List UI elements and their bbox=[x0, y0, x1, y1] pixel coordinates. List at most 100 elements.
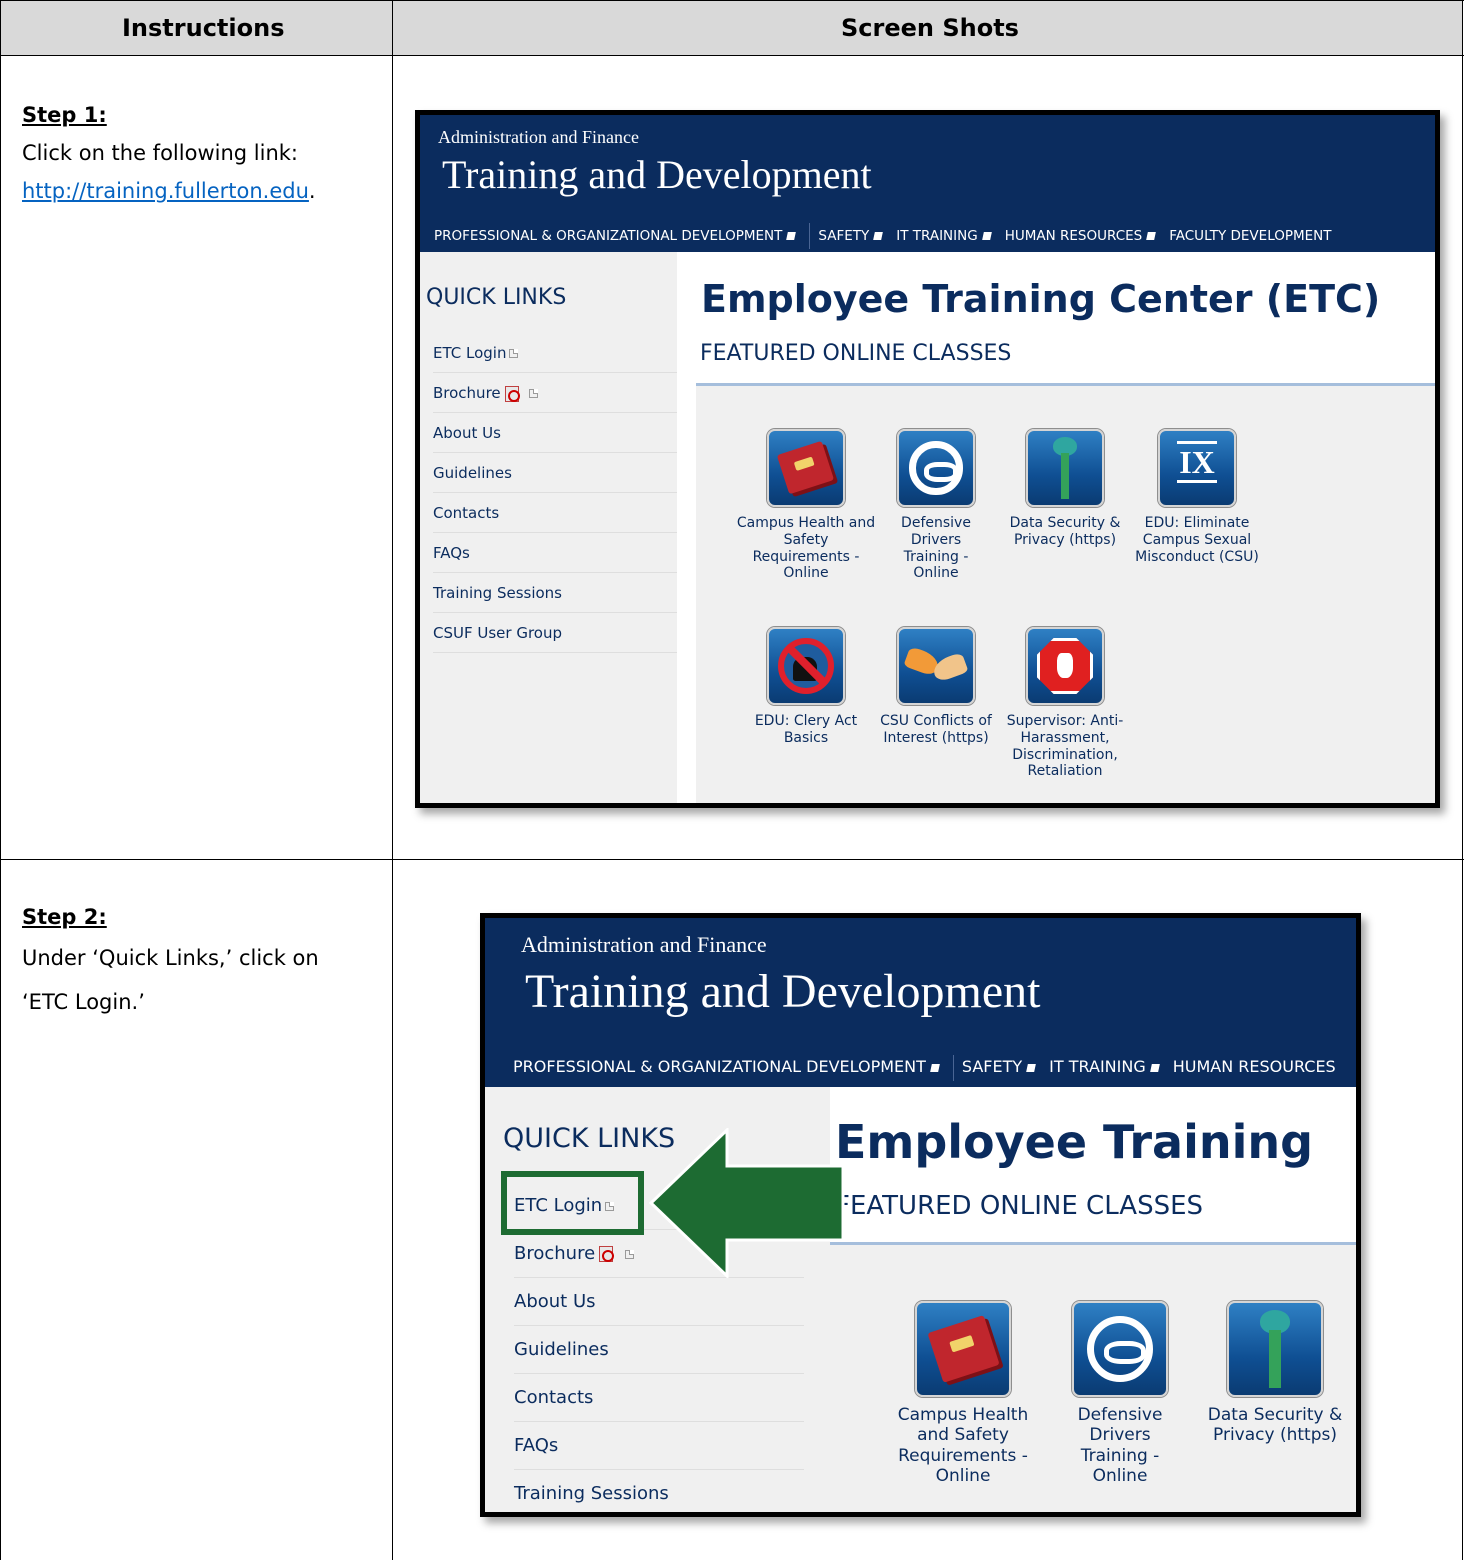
quick-link-etc-login[interactable]: ETC Login bbox=[433, 333, 677, 373]
nav-bullet-icon bbox=[930, 1063, 940, 1072]
nav-prof-org-dev[interactable]: PROFESSIONAL & ORGANIZATIONAL DEVELOPMEN… bbox=[434, 220, 809, 252]
quick-link-label: Brochure bbox=[433, 384, 501, 402]
ix-glyph: IX bbox=[1177, 441, 1217, 484]
step-1-instructions: Step 1: Click on the following link: htt… bbox=[22, 96, 372, 210]
table-column-divider bbox=[392, 0, 393, 1560]
nav-it-training[interactable]: IT TRAINING bbox=[896, 220, 1004, 252]
nav-bullet-icon bbox=[981, 232, 992, 240]
header-instructions: Instructions bbox=[122, 14, 285, 42]
nav-label: SAFETY bbox=[818, 228, 870, 244]
nav-divider bbox=[952, 1054, 954, 1081]
course-conflicts-of-interest[interactable]: CSU Conflicts of Interest (https) bbox=[876, 627, 996, 747]
nav-bullet-icon bbox=[1146, 232, 1157, 240]
step-2-title: Step 2: bbox=[22, 905, 107, 929]
nav-label: HUMAN RESOURCES bbox=[1004, 228, 1143, 244]
screenshot-2: Administration and Finance Training and … bbox=[480, 913, 1361, 1517]
pdf-icon bbox=[504, 385, 520, 402]
steering-wheel-icon bbox=[897, 429, 975, 507]
link-period: . bbox=[308, 179, 316, 203]
quick-link-label: About Us bbox=[514, 1291, 596, 1312]
quick-link-training-sessions[interactable]: Training Sessions bbox=[514, 1470, 804, 1512]
table-border-left bbox=[0, 0, 1, 1560]
step-1-text: Click on the following link: bbox=[22, 141, 298, 165]
nav-bullet-icon bbox=[786, 232, 797, 240]
section-title: FEATURED ONLINE CLASSES bbox=[700, 341, 1012, 366]
course-label: Campus Health and Safety Requirements - … bbox=[897, 1405, 1029, 1487]
course-title-ix[interactable]: IX EDU: Eliminate Campus Sexual Miscondu… bbox=[1128, 429, 1266, 565]
site-title: Training and Development bbox=[525, 965, 1041, 1018]
course-health-safety[interactable]: Campus Health and Safety Requirements - … bbox=[883, 1301, 1043, 1487]
quick-link-label: CSUF User Group bbox=[433, 624, 562, 642]
instruction-document: Instructions Screen Shots Step 1: Click … bbox=[0, 0, 1464, 1560]
clery-icon bbox=[767, 627, 845, 705]
section-title: FEATURED ONLINE CLASSES bbox=[835, 1191, 1204, 1221]
quick-link-label: Training Sessions bbox=[433, 584, 563, 602]
quick-link-csuf-user-group[interactable]: CSUF User Group bbox=[433, 613, 677, 653]
course-data-security[interactable]: Data Security & Privacy (https) bbox=[1205, 1301, 1345, 1446]
quick-link-guidelines[interactable]: Guidelines bbox=[514, 1326, 804, 1374]
nav-it-training[interactable]: IT TRAINING bbox=[1049, 1047, 1173, 1087]
nav-human-resources[interactable]: HUMAN RESOURCES bbox=[1173, 1047, 1336, 1087]
quick-link-guidelines[interactable]: Guidelines bbox=[433, 453, 677, 493]
nav-label: PROFESSIONAL & ORGANIZATIONAL DEVELOPMEN… bbox=[513, 1057, 926, 1076]
quick-link-contacts[interactable]: Contacts bbox=[433, 493, 677, 533]
nav-label: PROFESSIONAL & ORGANIZATIONAL DEVELOPMEN… bbox=[434, 228, 783, 244]
step-1-link-line: http://training.fullerton.edu. bbox=[22, 172, 372, 210]
quick-link-label: About Us bbox=[433, 424, 501, 442]
site-nav: PROFESSIONAL & ORGANIZATIONAL DEVELOPMEN… bbox=[485, 1047, 1356, 1087]
stop-hand-icon bbox=[1026, 627, 1104, 705]
health-safety-book-icon bbox=[915, 1301, 1011, 1397]
site-title: Training and Development bbox=[442, 152, 872, 197]
step-2-instructions: Step 2: Under ‘Quick Links,’ click on ‘E… bbox=[22, 898, 372, 1024]
course-data-security[interactable]: Data Security & Privacy (https) bbox=[1005, 429, 1125, 549]
quick-link-faqs[interactable]: FAQs bbox=[433, 533, 677, 573]
external-link-icon bbox=[509, 349, 519, 358]
nav-bullet-icon bbox=[1026, 1063, 1037, 1072]
page-title: Employee Training Center (ETC) bbox=[701, 277, 1381, 321]
section-rule bbox=[830, 1242, 1356, 1245]
course-defensive-drivers[interactable]: Defensive Drivers Training - Online bbox=[881, 429, 991, 582]
quick-link-contacts[interactable]: Contacts bbox=[514, 1374, 804, 1422]
step-2-text: Under ‘Quick Links,’ click on ‘ETC Login… bbox=[22, 946, 319, 1014]
course-health-safety[interactable]: Campus Health and Safety Requirements - … bbox=[736, 429, 876, 582]
site-subtitle: Administration and Finance bbox=[438, 127, 639, 147]
section-rule bbox=[696, 383, 1435, 386]
course-label: EDU: Eliminate Campus Sexual Misconduct … bbox=[1135, 515, 1259, 565]
quick-link-about-us[interactable]: About Us bbox=[433, 413, 677, 453]
nav-faculty-development[interactable]: FACULTY DEVELOPMENT bbox=[1169, 220, 1331, 252]
health-safety-book-icon bbox=[767, 429, 845, 507]
nav-prof-org-dev[interactable]: PROFESSIONAL & ORGANIZATIONAL DEVELOPMEN… bbox=[513, 1047, 953, 1087]
course-clery-act[interactable]: EDU: Clery Act Basics bbox=[736, 627, 876, 747]
nav-bullet-icon bbox=[873, 232, 884, 240]
site-nav: PROFESSIONAL & ORGANIZATIONAL DEVELOPMEN… bbox=[420, 220, 1435, 252]
course-label: Defensive Drivers Training - Online bbox=[1077, 1405, 1163, 1487]
course-anti-harassment[interactable]: Supervisor: Anti-Harassment, Discriminat… bbox=[1000, 627, 1130, 780]
course-label: Data Security & Privacy (https) bbox=[1009, 515, 1121, 548]
quick-link-label: Contacts bbox=[433, 504, 500, 522]
course-defensive-drivers[interactable]: Defensive Drivers Training - Online bbox=[1055, 1301, 1185, 1487]
quick-links-title: QUICK LINKS bbox=[426, 285, 567, 310]
step-1-title: Step 1: bbox=[22, 103, 107, 127]
course-label: Defensive Drivers Training - Online bbox=[901, 515, 971, 582]
pdf-icon bbox=[599, 1246, 615, 1262]
nav-safety[interactable]: SAFETY bbox=[818, 220, 896, 252]
quick-link-label: Brochure bbox=[514, 1243, 596, 1264]
title-ix-icon: IX bbox=[1158, 429, 1236, 507]
table-header-divider bbox=[0, 55, 1464, 56]
external-link-icon bbox=[625, 1249, 635, 1259]
page-title: Employee Training bbox=[835, 1115, 1314, 1169]
quick-link-about-us[interactable]: About Us bbox=[514, 1278, 804, 1326]
nav-safety[interactable]: SAFETY bbox=[962, 1047, 1049, 1087]
training-site-link[interactable]: http://training.fullerton.edu bbox=[22, 179, 309, 203]
course-label: CSU Conflicts of Interest (https) bbox=[880, 713, 992, 746]
quick-link-label: ETC Login bbox=[433, 344, 507, 362]
nav-label: HUMAN RESOURCES bbox=[1172, 1057, 1336, 1076]
quick-link-label: FAQs bbox=[514, 1435, 559, 1456]
etc-login-highlight bbox=[501, 1171, 644, 1235]
screenshot-1: Administration and Finance Training and … bbox=[415, 110, 1440, 808]
nav-human-resources[interactable]: HUMAN RESOURCES bbox=[1005, 220, 1170, 252]
quick-link-training-sessions[interactable]: Training Sessions bbox=[433, 573, 677, 613]
handshake-icon bbox=[897, 627, 975, 705]
quick-link-brochure[interactable]: Brochure bbox=[433, 373, 677, 413]
quick-link-faqs[interactable]: FAQs bbox=[514, 1422, 804, 1470]
